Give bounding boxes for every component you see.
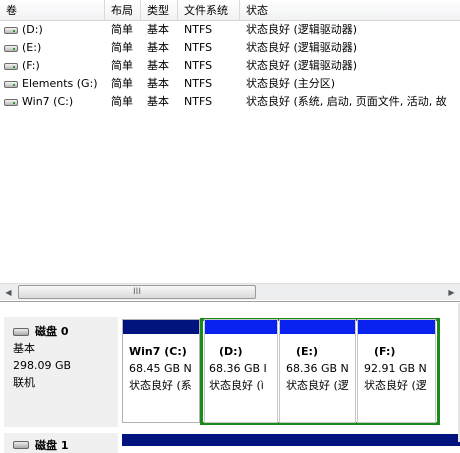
volume-name: (F:) bbox=[22, 59, 40, 72]
volume-type: 基本 bbox=[147, 41, 169, 54]
disk0-state: 联机 bbox=[13, 376, 35, 389]
volume-status: 状态良好 (逻辑驱动器) bbox=[246, 23, 358, 36]
drive-icon bbox=[4, 62, 18, 70]
partition-name: (D:) bbox=[219, 345, 243, 358]
volume-filesystem: NTFS bbox=[184, 59, 213, 72]
disk1-partition-bar[interactable] bbox=[122, 434, 460, 446]
volume-name: (E:) bbox=[22, 41, 42, 54]
partition-c[interactable]: Win7 (C:) 68.45 GB N 状态良好 (系 bbox=[122, 319, 200, 423]
partition-d[interactable]: (D:) 68.36 GB I 状态良好 (ì bbox=[204, 319, 278, 423]
volume-filesystem: NTFS bbox=[184, 41, 213, 54]
volume-row[interactable]: (E:) 简单 基本 NTFS 状态良好 (逻辑驱动器) bbox=[0, 39, 460, 57]
volume-layout: 简单 bbox=[111, 41, 133, 54]
partition-bar bbox=[358, 320, 435, 334]
drive-icon bbox=[4, 26, 18, 34]
disk1-label[interactable]: 磁盘 1 bbox=[4, 433, 118, 453]
partition-status: 状态良好 (逻 bbox=[286, 379, 349, 392]
disk0-type: 基本 bbox=[13, 342, 35, 355]
volume-row[interactable]: Win7 (C:) 简单 基本 NTFS 状态良好 (系统, 启动, 页面文件,… bbox=[0, 93, 460, 111]
volume-rows: (D:) 简单 基本 NTFS 状态良好 (逻辑驱动器) (E:) 简单 基本 … bbox=[0, 21, 460, 111]
partition-name: Win7 (C:) bbox=[129, 345, 187, 358]
column-header-type[interactable]: 类型 bbox=[141, 0, 178, 21]
scroll-right-arrow-icon[interactable]: ▶ bbox=[443, 284, 460, 301]
partition-name: (F:) bbox=[374, 345, 396, 358]
partition-status: 状态良好 (系 bbox=[129, 379, 192, 392]
volume-filesystem: NTFS bbox=[184, 77, 213, 90]
disk-icon bbox=[13, 327, 29, 336]
scrollbar-thumb[interactable]: III bbox=[18, 285, 256, 299]
volume-type: 基本 bbox=[147, 95, 169, 108]
column-header-layout[interactable]: 布局 bbox=[105, 0, 141, 21]
scroll-left-arrow-icon[interactable]: ◀ bbox=[0, 284, 17, 301]
volume-layout: 简单 bbox=[111, 59, 133, 72]
horizontal-scrollbar[interactable]: ◀ III ▶ bbox=[0, 283, 460, 300]
drive-icon bbox=[4, 44, 18, 52]
volume-filesystem: NTFS bbox=[184, 95, 213, 108]
column-header-volume[interactable]: 卷 bbox=[0, 0, 105, 21]
partition-f[interactable]: (F:) 92.91 GB N 状态良好 (逻 bbox=[357, 319, 436, 423]
volume-row[interactable]: (D:) 简单 基本 NTFS 状态良好 (逻辑驱动器) bbox=[0, 21, 460, 39]
disk0-label[interactable]: 磁盘 0 基本 298.09 GB 联机 bbox=[4, 317, 118, 427]
volume-status: 状态良好 (逻辑驱动器) bbox=[246, 41, 358, 54]
volume-layout: 简单 bbox=[111, 23, 133, 36]
drive-icon bbox=[4, 98, 18, 106]
drive-icon bbox=[4, 80, 18, 88]
volume-filesystem: NTFS bbox=[184, 23, 213, 36]
partition-status: 状态良好 (逻 bbox=[364, 379, 427, 392]
volume-row[interactable]: Elements (G:) 简单 基本 NTFS 状态良好 (主分区) bbox=[0, 75, 460, 93]
partition-bar bbox=[123, 320, 199, 334]
partition-size: 68.45 GB N bbox=[129, 362, 192, 375]
volume-row[interactable]: (F:) 简单 基本 NTFS 状态良好 (逻辑驱动器) bbox=[0, 57, 460, 75]
partition-name: (E:) bbox=[296, 345, 318, 358]
partition-size: 68.36 GB I bbox=[209, 362, 267, 375]
column-header-row: 卷 布局 类型 文件系统 状态 bbox=[0, 0, 460, 21]
volume-status: 状态良好 (逻辑驱动器) bbox=[246, 59, 358, 72]
volume-name: (D:) bbox=[22, 23, 43, 36]
volume-name: Win7 (C:) bbox=[22, 95, 74, 108]
column-header-status[interactable]: 状态 bbox=[240, 0, 460, 21]
partition-size: 92.91 GB N bbox=[364, 362, 427, 375]
volume-name: Elements (G:) bbox=[22, 77, 98, 90]
disk-graphical-view: 磁盘 0 基本 298.09 GB 联机 Win7 (C:) 68.45 GB … bbox=[0, 303, 460, 453]
volume-status: 状态良好 (系统, 启动, 页面文件, 活动, 故 bbox=[246, 95, 447, 108]
partition-bar bbox=[205, 320, 277, 334]
partition-status: 状态良好 (ì bbox=[209, 379, 264, 392]
partition-size: 68.36 GB N bbox=[286, 362, 349, 375]
partition-bar bbox=[280, 320, 355, 334]
volume-status: 状态良好 (主分区) bbox=[246, 77, 336, 90]
column-header-filesystem[interactable]: 文件系统 bbox=[178, 0, 240, 21]
volume-type: 基本 bbox=[147, 59, 169, 72]
disk0-size: 298.09 GB bbox=[13, 359, 72, 372]
volume-type: 基本 bbox=[147, 23, 169, 36]
disk0-name: 磁盘 0 bbox=[35, 325, 69, 338]
volume-layout: 简单 bbox=[111, 95, 133, 108]
volume-layout: 简单 bbox=[111, 77, 133, 90]
partition-e[interactable]: (E:) 68.36 GB N 状态良好 (逻 bbox=[279, 319, 356, 423]
volume-type: 基本 bbox=[147, 77, 169, 90]
disk1-name: 磁盘 1 bbox=[35, 438, 69, 452]
volume-list: 卷 布局 类型 文件系统 状态 (D:) 简单 基本 NTFS 状态良好 (逻辑… bbox=[0, 0, 460, 302]
